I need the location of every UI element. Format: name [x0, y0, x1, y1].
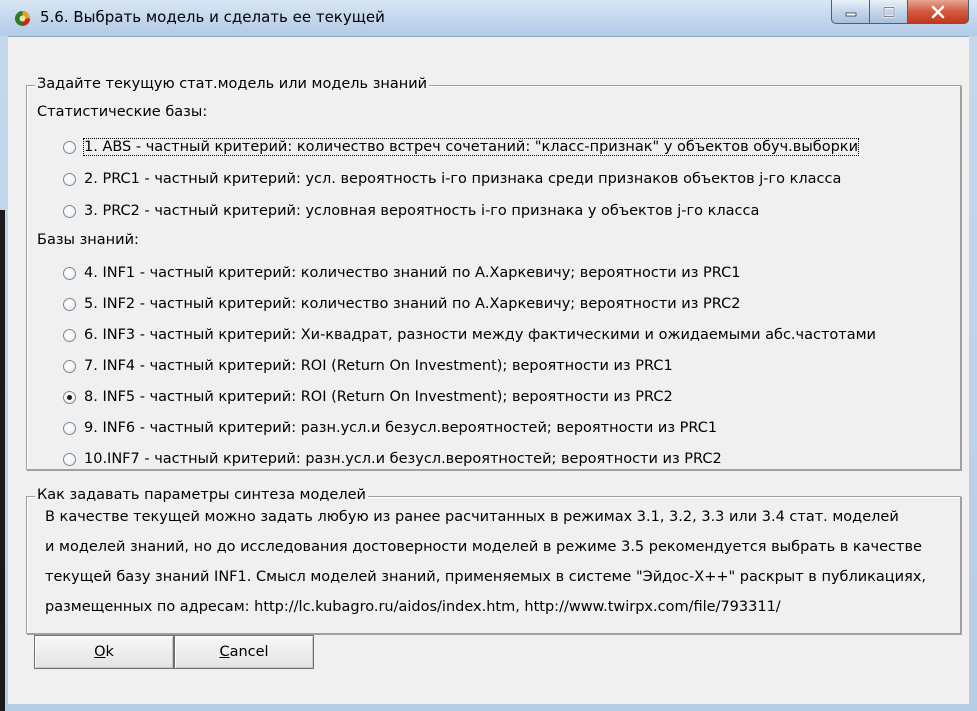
radio-label: 4. INF1 - частный критерий: количество з…	[84, 265, 741, 281]
radio-button[interactable]	[63, 140, 76, 154]
ok-button[interactable]: Ok	[34, 635, 174, 669]
help-group-legend: Как задавать параметры синтеза моделей	[35, 487, 368, 503]
window-title: 5.6. Выбрать модель и сделать ее текущей	[40, 8, 385, 26]
knowledge-bases-label: Базы знаний:	[37, 232, 139, 248]
title-bar[interactable]: 5.6. Выбрать модель и сделать ее текущей	[0, 0, 977, 36]
help-group: Как задавать параметры синтеза моделей В…	[26, 487, 961, 634]
radio-button[interactable]	[63, 328, 76, 342]
radio-option-inf7[interactable]: 10.INF7 - частный критерий: разн.усл.и б…	[63, 448, 722, 470]
radio-label: 8. INF5 - частный критерий: ROI (Return …	[84, 389, 673, 405]
maximize-icon	[882, 5, 895, 18]
stat-bases-label: Статистические базы:	[37, 104, 208, 120]
maximize-button[interactable]	[869, 0, 908, 24]
dialog-window: 5.6. Выбрать модель и сделать ее текущей…	[0, 0, 977, 711]
cancel-button[interactable]: Cancel	[174, 635, 314, 669]
radio-option-inf3[interactable]: 6. INF3 - частный критерий: Хи-квадрат, …	[63, 324, 876, 346]
radio-label: 9. INF6 - частный критерий: разн.усл.и б…	[84, 420, 718, 436]
radio-label: 2. PRC1 - частный критерий: усл. вероятн…	[84, 171, 842, 187]
radio-label: 5. INF2 - частный критерий: количество з…	[84, 296, 741, 312]
radio-button[interactable]	[63, 421, 76, 435]
radio-button-selected[interactable]	[63, 390, 76, 404]
app-globe-icon	[15, 11, 30, 26]
radio-label: 6. INF3 - частный критерий: Хи-квадрат, …	[84, 327, 876, 343]
radio-option-inf5[interactable]: 8. INF5 - частный критерий: ROI (Return …	[63, 386, 673, 408]
radio-button[interactable]	[63, 172, 76, 186]
close-button[interactable]	[907, 0, 969, 24]
window-edge	[0, 210, 5, 711]
radio-button[interactable]	[63, 452, 76, 466]
help-text-line: и моделей знаний, но до исследования дос…	[45, 539, 922, 555]
radio-option-abs[interactable]: 1. ABS - частный критерий: количество вс…	[63, 136, 859, 158]
radio-option-inf1[interactable]: 4. INF1 - частный критерий: количество з…	[63, 262, 741, 284]
help-text-line: размещенных по адресам: http://lc.kubagr…	[45, 599, 781, 615]
model-selection-group: Задайте текущую стат.модель или модель з…	[26, 76, 961, 470]
radio-option-inf6[interactable]: 9. INF6 - частный критерий: разн.усл.и б…	[63, 417, 717, 439]
radio-option-inf4[interactable]: 7. INF4 - частный критерий: ROI (Return …	[63, 355, 673, 377]
radio-option-inf2[interactable]: 5. INF2 - частный критерий: количество з…	[63, 293, 741, 315]
ok-button-label: Ok	[94, 644, 114, 660]
radio-option-prc1[interactable]: 2. PRC1 - частный критерий: усл. вероятн…	[63, 168, 841, 190]
radio-label: 1. ABS - частный критерий: количество вс…	[83, 138, 859, 156]
minimize-icon	[845, 12, 856, 16]
radio-label: 3. PRC2 - частный критерий: условная вер…	[84, 203, 760, 219]
close-icon	[931, 5, 945, 18]
help-text-line: В качестве текущей можно задать любую из…	[45, 509, 899, 525]
dialog-client-area: Задайте текущую стат.модель или модель з…	[8, 36, 969, 704]
radio-button[interactable]	[63, 266, 76, 280]
radio-option-prc2[interactable]: 3. PRC2 - частный критерий: условная вер…	[63, 200, 759, 222]
help-text-line: текущей базу знаний INF1. Смысл моделей …	[45, 569, 927, 585]
radio-button[interactable]	[63, 359, 76, 373]
minimize-button[interactable]	[831, 0, 870, 24]
cancel-button-label: Cancel	[219, 644, 269, 660]
radio-label: 10.INF7 - частный критерий: разн.усл.и б…	[84, 451, 722, 467]
radio-button[interactable]	[63, 297, 76, 311]
model-group-legend: Задайте текущую стат.модель или модель з…	[35, 76, 430, 92]
radio-button[interactable]	[63, 204, 76, 218]
radio-label: 7. INF4 - частный критерий: ROI (Return …	[84, 358, 673, 374]
